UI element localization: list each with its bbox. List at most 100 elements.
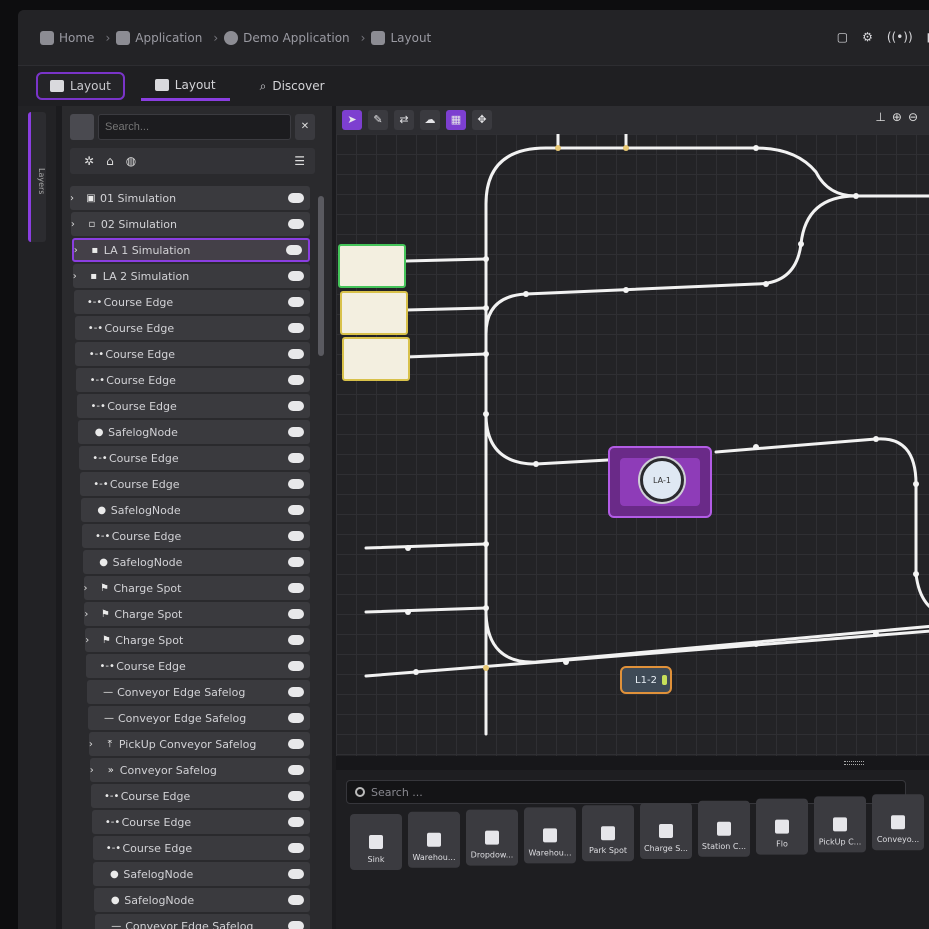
palette-item[interactable]: Charge S...	[640, 803, 692, 859]
visibility-icon[interactable]	[288, 635, 304, 645]
visibility-icon[interactable]	[288, 531, 304, 541]
globe-icon[interactable]: ◍	[126, 154, 136, 168]
tree-row[interactable]: › ⚑ Charge Spot	[83, 576, 310, 600]
station-3[interactable]	[342, 337, 410, 381]
visibility-icon[interactable]	[288, 583, 304, 593]
palette-item[interactable]: Conveyo...	[872, 794, 924, 851]
tree-row[interactable]: •-• Course Edge	[77, 394, 310, 418]
tree-row[interactable]: ● SafelogNode	[93, 862, 310, 886]
cloud-icon[interactable]: ☁	[420, 110, 440, 130]
pin-icon[interactable]: ⊥	[875, 110, 885, 124]
chevron-right-icon[interactable]: ›	[85, 635, 97, 646]
visibility-icon[interactable]	[288, 713, 304, 723]
visibility-icon[interactable]	[288, 557, 304, 567]
window-icon[interactable]: ▢	[837, 30, 848, 44]
tree-row[interactable]: •-• Course Edge	[76, 368, 310, 392]
visibility-icon[interactable]	[288, 609, 304, 619]
clear-icon[interactable]: ✕	[295, 114, 315, 140]
tree-row[interactable]: •-• Course Edge	[74, 316, 310, 340]
tree-row[interactable]: › » Conveyor Safelog	[89, 758, 310, 782]
visibility-icon[interactable]	[288, 869, 304, 879]
chevron-right-icon[interactable]: ›	[70, 193, 82, 204]
tree-search-input[interactable]	[98, 114, 291, 140]
breadcrumb-home[interactable]: Home ›	[40, 30, 116, 45]
tree-row[interactable]: •-• Course Edge	[79, 472, 310, 496]
move-icon[interactable]: ✥	[472, 110, 492, 130]
visibility-icon[interactable]	[288, 479, 304, 489]
agv-vehicle[interactable]: L1-2	[620, 666, 672, 694]
chevron-right-icon[interactable]: ›	[84, 609, 96, 620]
tree-row[interactable]: › ▫ 02 Simulation	[70, 212, 310, 236]
visibility-icon[interactable]	[288, 453, 304, 463]
visibility-icon[interactable]	[288, 843, 304, 853]
chevron-right-icon[interactable]: ›	[74, 245, 86, 256]
visibility-icon[interactable]	[288, 323, 304, 333]
station-1[interactable]	[338, 244, 406, 288]
tree-row[interactable]: •-• Course Edge	[86, 654, 310, 678]
visibility-icon[interactable]	[288, 765, 304, 775]
visibility-icon[interactable]	[288, 193, 304, 203]
visibility-icon[interactable]	[288, 791, 304, 801]
palette-item[interactable]: Station C...	[698, 800, 750, 857]
breadcrumb-demo-application[interactable]: Demo Application ›	[224, 30, 371, 45]
palette-item[interactable]: Warehou...	[524, 807, 576, 864]
visibility-icon[interactable]	[288, 219, 304, 229]
filter-icon[interactable]	[70, 114, 94, 140]
tree-row[interactable]: — Conveyor Edge Safelog	[95, 914, 310, 929]
visibility-icon[interactable]	[288, 687, 304, 697]
comment-icon[interactable]: ✎	[368, 110, 388, 130]
tree-row[interactable]: ● SafelogNode	[94, 888, 310, 912]
visibility-icon[interactable]	[288, 739, 304, 749]
panel-splitter[interactable]	[336, 756, 929, 770]
tree-row[interactable]: › ⚑ Charge Spot	[84, 602, 310, 626]
tab-discover[interactable]: ⌕ Discover	[246, 73, 339, 100]
home-icon[interactable]: ⌂	[106, 154, 114, 168]
pointer-icon[interactable]: ➤	[342, 110, 362, 130]
zoom-out-icon[interactable]: ⊖	[908, 110, 918, 124]
visibility-icon[interactable]	[288, 427, 304, 437]
station-2[interactable]	[340, 291, 408, 335]
tree-row[interactable]: •-• Course Edge	[73, 290, 310, 314]
zoom-in-icon[interactable]: ⊕	[892, 110, 902, 124]
tree-row[interactable]: •-• Course Edge	[81, 524, 310, 548]
visibility-icon[interactable]	[288, 817, 304, 827]
chevron-right-icon[interactable]: ›	[71, 219, 83, 230]
tree-row[interactable]: › ▣ 01 Simulation	[70, 186, 310, 210]
visibility-icon[interactable]	[288, 505, 304, 515]
tree-row[interactable]: •-• Course Edge	[90, 784, 310, 808]
broadcast-icon[interactable]: ((•))	[887, 30, 913, 44]
layout-pill-button[interactable]: Layout	[36, 72, 125, 100]
tree-row[interactable]: › ⚑ Charge Spot	[85, 628, 310, 652]
palette-item[interactable]: Warehou...	[408, 811, 460, 868]
visibility-icon[interactable]	[286, 245, 302, 255]
rail-tab-layers[interactable]: Layers	[28, 112, 46, 242]
visibility-icon[interactable]	[288, 297, 304, 307]
chevron-right-icon[interactable]: ›	[89, 739, 101, 750]
tree-scrollbar[interactable]	[318, 196, 324, 356]
tree-row[interactable]: › ▪ LA 2 Simulation	[72, 264, 310, 288]
swap-icon[interactable]: ⇄	[394, 110, 414, 130]
chevron-right-icon[interactable]: ›	[90, 765, 102, 776]
tree-row[interactable]: › ▪ LA 1 Simulation	[71, 238, 310, 262]
visibility-icon[interactable]	[288, 661, 304, 671]
gear-icon[interactable]: ⚙	[862, 30, 873, 44]
palette-item[interactable]: PickUp C...	[814, 796, 866, 853]
chevron-right-icon[interactable]: ›	[84, 583, 96, 594]
breadcrumb-application[interactable]: Application ›	[116, 30, 224, 45]
visibility-icon[interactable]	[288, 271, 304, 281]
palette-item[interactable]: Park Spot	[582, 805, 634, 862]
visibility-icon[interactable]	[288, 921, 304, 929]
visibility-icon[interactable]	[288, 401, 304, 411]
bug-icon[interactable]: ✲	[84, 154, 94, 168]
menu-icon[interactable]: ☰	[294, 154, 305, 168]
tree-row[interactable]: ● SafelogNode	[78, 420, 310, 444]
tree-row[interactable]: ● SafelogNode	[82, 550, 310, 574]
visibility-icon[interactable]	[288, 375, 304, 385]
visibility-icon[interactable]	[288, 895, 304, 905]
visibility-icon[interactable]	[288, 349, 304, 359]
tree-row[interactable]: •-• Course Edge	[75, 342, 310, 366]
palette-item[interactable]: Sink	[350, 814, 402, 870]
tree-row[interactable]: — Conveyor Edge Safelog	[88, 706, 310, 730]
tree-row[interactable]: — Conveyor Edge Safelog	[87, 680, 310, 704]
grid-icon[interactable]: ▦	[446, 110, 466, 130]
